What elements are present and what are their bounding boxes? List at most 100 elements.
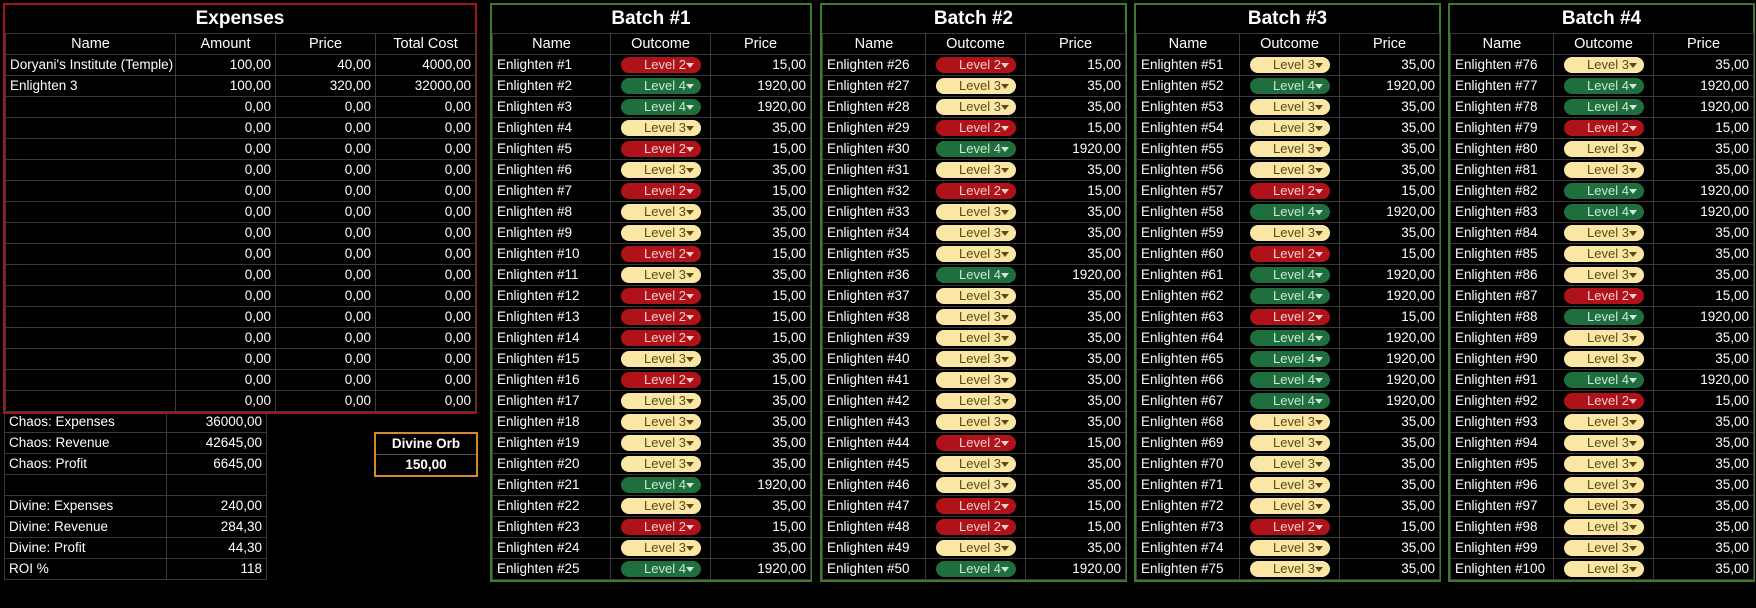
batch-header-price[interactable]: Price [1653,33,1754,55]
expense-name-cell[interactable] [5,306,176,328]
batch-outcome-cell[interactable]: Level 4 [1553,75,1654,97]
batch-name-cell[interactable]: Enlighten #33 [822,201,926,223]
batch-name-cell[interactable]: Enlighten #18 [492,411,611,433]
batch-price-cell[interactable]: 1920,00 [710,96,811,118]
outcome-dropdown-chip[interactable]: Level 4 [935,561,1016,578]
expense-total-cell[interactable]: 0,00 [375,348,476,370]
outcome-dropdown-chip[interactable]: Level 2 [935,519,1016,536]
outcome-dropdown-chip[interactable]: Level 4 [1563,183,1644,200]
batch-price-cell[interactable]: 35,00 [1025,159,1126,181]
batch-price-cell[interactable]: 35,00 [1339,96,1440,118]
outcome-dropdown-chip[interactable]: Level 3 [935,225,1016,242]
outcome-dropdown-chip[interactable]: Level 3 [935,99,1016,116]
batch-outcome-cell[interactable]: Level 3 [610,222,711,244]
batch-outcome-cell[interactable]: Level 4 [925,558,1026,580]
batch-price-cell[interactable]: 35,00 [1653,54,1754,76]
expense-total-cell[interactable]: 0,00 [375,222,476,244]
batch-name-cell[interactable]: Enlighten #47 [822,495,926,517]
batch-outcome-cell[interactable]: Level 3 [1553,222,1654,244]
batch-outcome-cell[interactable]: Level 3 [925,390,1026,412]
batch-name-cell[interactable]: Enlighten #16 [492,369,611,391]
outcome-dropdown-chip[interactable]: Level 3 [935,477,1016,494]
batch-price-cell[interactable]: 35,00 [1653,222,1754,244]
batch-price-cell[interactable]: 35,00 [1025,327,1126,349]
batch-name-cell[interactable]: Enlighten #76 [1450,54,1554,76]
outcome-dropdown-chip[interactable]: Level 4 [1563,78,1644,95]
expense-total-cell[interactable]: 0,00 [375,285,476,307]
batch-name-cell[interactable]: Enlighten #69 [1136,432,1240,454]
batch-outcome-cell[interactable]: Level 3 [1239,222,1340,244]
batch-price-cell[interactable]: 1920,00 [1653,369,1754,391]
batch-price-cell[interactable]: 35,00 [1339,453,1440,475]
expense-amount-cell[interactable]: 0,00 [175,243,276,265]
expense-amount-cell[interactable]: 0,00 [175,285,276,307]
outcome-dropdown-chip[interactable]: Level 4 [1249,330,1330,347]
batch-name-cell[interactable]: Enlighten #59 [1136,222,1240,244]
batch-price-cell[interactable]: 15,00 [1025,432,1126,454]
batch-name-cell[interactable]: Enlighten #71 [1136,474,1240,496]
batch-name-cell[interactable]: Enlighten #36 [822,264,926,286]
batch-price-cell[interactable]: 35,00 [1653,516,1754,538]
batch-name-cell[interactable]: Enlighten #88 [1450,306,1554,328]
batch-outcome-cell[interactable]: Level 3 [1553,537,1654,559]
batch-name-cell[interactable]: Enlighten #38 [822,306,926,328]
batch-name-cell[interactable]: Enlighten #40 [822,348,926,370]
outcome-dropdown-chip[interactable]: Level 3 [620,456,701,473]
outcome-dropdown-chip[interactable]: Level 2 [620,288,701,305]
batch-name-cell[interactable]: Enlighten #54 [1136,117,1240,139]
outcome-dropdown-chip[interactable]: Level 3 [1563,246,1644,263]
batch-name-cell[interactable]: Enlighten #92 [1450,390,1554,412]
expense-amount-cell[interactable]: 0,00 [175,96,276,118]
batch-name-cell[interactable]: Enlighten #17 [492,390,611,412]
batch-name-cell[interactable]: Enlighten #97 [1450,495,1554,517]
batch-name-cell[interactable]: Enlighten #26 [822,54,926,76]
outcome-dropdown-chip[interactable]: Level 3 [935,162,1016,179]
outcome-dropdown-chip[interactable]: Level 2 [1249,183,1330,200]
batch-price-cell[interactable]: 15,00 [710,327,811,349]
batch-outcome-cell[interactable]: Level 2 [925,432,1026,454]
batch-price-cell[interactable]: 35,00 [1339,495,1440,517]
batch-price-cell[interactable]: 35,00 [1025,75,1126,97]
batch-price-cell[interactable]: 35,00 [1339,159,1440,181]
outcome-dropdown-chip[interactable]: Level 2 [620,141,701,158]
batch-name-cell[interactable]: Enlighten #5 [492,138,611,160]
batch-price-cell[interactable]: 35,00 [1025,411,1126,433]
outcome-dropdown-chip[interactable]: Level 4 [1249,78,1330,95]
batch-name-cell[interactable]: Enlighten #66 [1136,369,1240,391]
outcome-dropdown-chip[interactable]: Level 3 [1249,456,1330,473]
batch-price-cell[interactable]: 1920,00 [1025,138,1126,160]
expense-amount-cell[interactable]: 100,00 [175,54,276,76]
summary-value-cell[interactable]: 42645,00 [166,432,267,454]
outcome-dropdown-chip[interactable]: Level 3 [935,204,1016,221]
batch-price-cell[interactable]: 15,00 [710,516,811,538]
batch-name-cell[interactable]: Enlighten #84 [1450,222,1554,244]
batch-outcome-cell[interactable]: Level 2 [1553,390,1654,412]
batch-price-cell[interactable]: 35,00 [1025,369,1126,391]
batch-price-cell[interactable]: 35,00 [1339,558,1440,580]
batch-price-cell[interactable]: 15,00 [710,54,811,76]
batch-outcome-cell[interactable]: Level 4 [1239,285,1340,307]
expense-amount-cell[interactable]: 0,00 [175,138,276,160]
batch-name-cell[interactable]: Enlighten #43 [822,411,926,433]
batch-outcome-cell[interactable]: Level 3 [1239,411,1340,433]
batch-price-cell[interactable]: 1920,00 [1653,180,1754,202]
batch-price-cell[interactable]: 15,00 [1025,495,1126,517]
outcome-dropdown-chip[interactable]: Level 3 [1563,477,1644,494]
batch-name-cell[interactable]: Enlighten #75 [1136,558,1240,580]
batch-outcome-cell[interactable]: Level 3 [610,432,711,454]
batch-name-cell[interactable]: Enlighten #6 [492,159,611,181]
batch-price-cell[interactable]: 35,00 [1025,306,1126,328]
batch-outcome-cell[interactable]: Level 3 [925,537,1026,559]
expense-price-cell[interactable]: 0,00 [275,285,376,307]
outcome-dropdown-chip[interactable]: Level 3 [1563,267,1644,284]
batch-price-cell[interactable]: 35,00 [1339,138,1440,160]
batch-price-cell[interactable]: 1920,00 [1339,264,1440,286]
expense-amount-cell[interactable]: 0,00 [175,180,276,202]
batch-price-cell[interactable]: 35,00 [1653,495,1754,517]
outcome-dropdown-chip[interactable]: Level 2 [620,57,701,74]
batch-name-cell[interactable]: Enlighten #58 [1136,201,1240,223]
batch-name-cell[interactable]: Enlighten #11 [492,264,611,286]
batch-price-cell[interactable]: 35,00 [1025,222,1126,244]
outcome-dropdown-chip[interactable]: Level 3 [1563,498,1644,515]
expense-amount-cell[interactable]: 0,00 [175,264,276,286]
